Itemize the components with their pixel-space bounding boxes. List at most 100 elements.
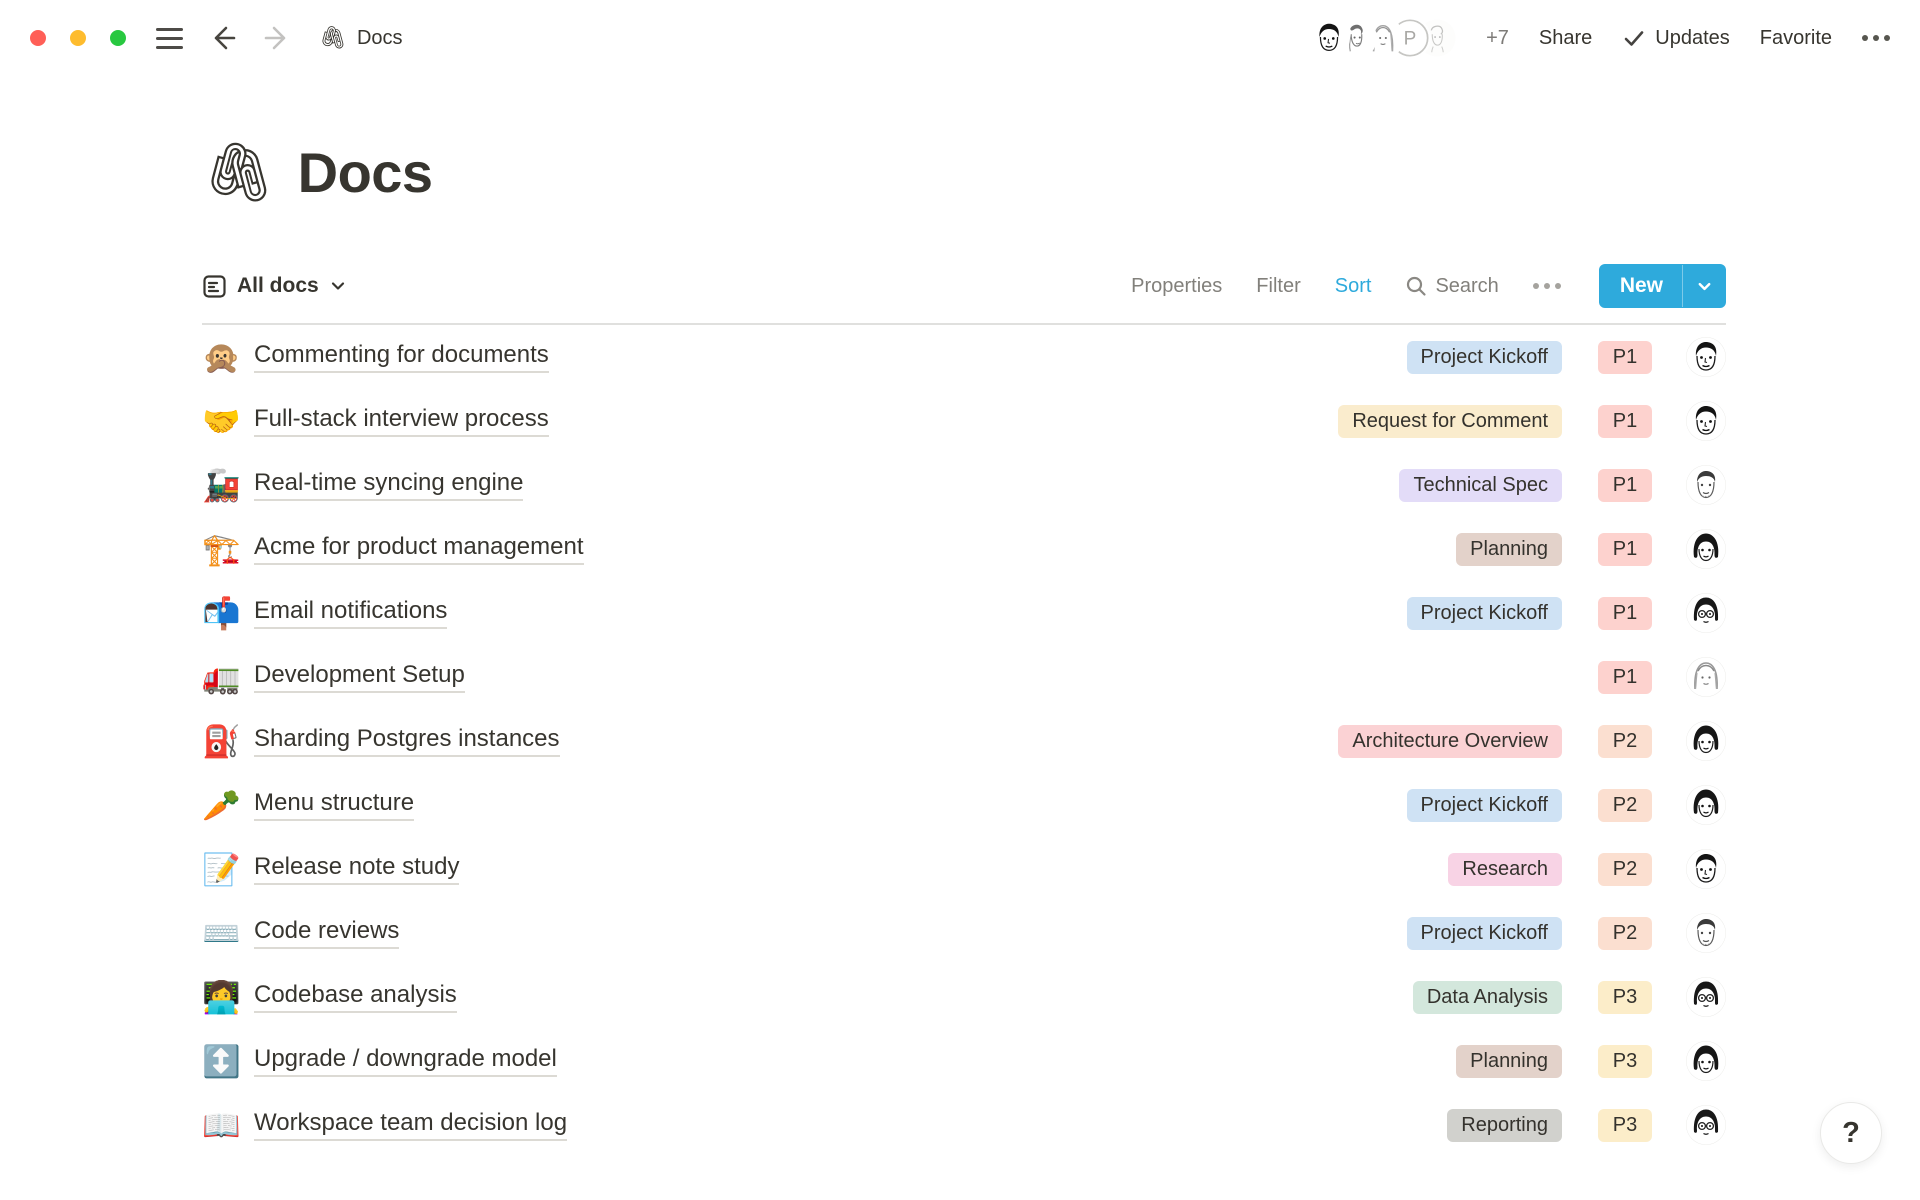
doc-type-tag[interactable]: Planning <box>1456 1045 1562 1078</box>
owner-avatar[interactable] <box>1686 593 1726 633</box>
updates-button[interactable]: Updates <box>1622 26 1730 50</box>
priority-badge[interactable]: P1 <box>1598 469 1652 502</box>
owner-avatar[interactable] <box>1686 1041 1726 1081</box>
view-switcher[interactable]: All docs <box>202 274 347 299</box>
doc-emoji-icon: 🤝 <box>202 406 254 437</box>
search-button[interactable]: Search <box>1405 275 1498 298</box>
sort-button[interactable]: Sort <box>1335 275 1372 298</box>
owner-avatar[interactable] <box>1686 1105 1726 1145</box>
table-row[interactable]: ↕️ Upgrade / downgrade model Planning P3 <box>202 1029 1726 1093</box>
doc-title-link[interactable]: Workspace team decision log <box>254 1109 567 1141</box>
doc-title-link[interactable]: Codebase analysis <box>254 981 457 1013</box>
owner-avatar[interactable] <box>1686 337 1726 377</box>
svg-text:P: P <box>1404 29 1417 50</box>
priority-badge[interactable]: P2 <box>1598 789 1652 822</box>
minimize-window-button[interactable] <box>70 30 86 46</box>
owner-avatar[interactable] <box>1686 721 1726 761</box>
new-doc-button[interactable]: New <box>1599 264 1682 308</box>
back-button[interactable] <box>209 24 237 52</box>
owner-avatar[interactable] <box>1686 977 1726 1017</box>
doc-emoji-icon: 📬 <box>202 598 254 629</box>
avatar-overflow-count[interactable]: +7 <box>1486 27 1509 50</box>
owner-avatar[interactable] <box>1686 529 1726 569</box>
favorite-button[interactable]: Favorite <box>1760 27 1832 50</box>
doc-title-link[interactable]: Full-stack interview process <box>254 405 549 437</box>
table-row[interactable]: 📝 Release note study Research P2 <box>202 837 1726 901</box>
priority-badge[interactable]: P3 <box>1598 1109 1652 1142</box>
collaborator-avatar[interactable] <box>1310 19 1348 57</box>
doc-title-link[interactable]: Sharding Postgres instances <box>254 725 560 757</box>
table-row[interactable]: 👩‍💻 Codebase analysis Data Analysis P3 <box>202 965 1726 1029</box>
doc-type-tag[interactable]: Planning <box>1456 533 1562 566</box>
doc-type-tag[interactable]: Project Kickoff <box>1407 341 1562 374</box>
table-row[interactable]: ⛽ Sharding Postgres instances Architectu… <box>202 709 1726 773</box>
table-row[interactable]: 🚂 Real-time syncing engine Technical Spe… <box>202 453 1726 517</box>
doc-title-link[interactable]: Code reviews <box>254 917 399 949</box>
doc-type-tag[interactable]: Project Kickoff <box>1407 917 1562 950</box>
doc-title-link[interactable]: Acme for product management <box>254 533 584 565</box>
owner-avatar[interactable] <box>1686 401 1726 441</box>
owner-avatar[interactable] <box>1686 849 1726 889</box>
top-bar: 🖇 Docs P +7 Share Updates Favorite <box>0 0 1920 76</box>
priority-badge[interactable]: P1 <box>1598 533 1652 566</box>
more-options-icon[interactable] <box>1862 35 1890 41</box>
doc-emoji-icon: 🥕 <box>202 790 254 821</box>
doc-type-tag[interactable]: Reporting <box>1447 1109 1562 1142</box>
owner-avatar[interactable] <box>1686 657 1726 697</box>
doc-title-link[interactable]: Menu structure <box>254 789 414 821</box>
priority-badge[interactable]: P3 <box>1598 1045 1652 1078</box>
doc-list: 🙊 Commenting for documents Project Kicko… <box>202 325 1726 1157</box>
table-row[interactable]: 🙊 Commenting for documents Project Kicko… <box>202 325 1726 389</box>
properties-button[interactable]: Properties <box>1131 275 1222 298</box>
priority-badge[interactable]: P2 <box>1598 725 1652 758</box>
avatar-stack: P <box>1310 19 1456 57</box>
table-row[interactable]: 🤝 Full-stack interview process Request f… <box>202 389 1726 453</box>
priority-badge[interactable]: P1 <box>1598 405 1652 438</box>
doc-type-tag[interactable]: Request for Comment <box>1338 405 1562 438</box>
page-paperclip-icon: 🖇 <box>202 144 276 202</box>
forward-button[interactable] <box>263 24 291 52</box>
sidebar-toggle-icon[interactable] <box>156 28 183 49</box>
table-row[interactable]: 🚛 Development Setup P1 <box>202 645 1726 709</box>
arrow-right-icon <box>263 24 291 52</box>
doc-title-link[interactable]: Real-time syncing engine <box>254 469 523 501</box>
owner-avatar[interactable] <box>1686 465 1726 505</box>
doc-type-tag[interactable]: Technical Spec <box>1399 469 1562 502</box>
page-heading: 🖇 Docs <box>202 140 1726 205</box>
doc-type-tag[interactable]: Data Analysis <box>1413 981 1562 1014</box>
paperclip-icon: 🖇 <box>319 25 347 51</box>
owner-avatar[interactable] <box>1686 785 1726 825</box>
priority-badge[interactable]: P1 <box>1598 597 1652 630</box>
priority-badge[interactable]: P1 <box>1598 341 1652 374</box>
doc-title-link[interactable]: Upgrade / downgrade model <box>254 1045 557 1077</box>
arrow-left-icon <box>209 24 237 52</box>
close-window-button[interactable] <box>30 30 46 46</box>
share-button[interactable]: Share <box>1539 27 1592 50</box>
new-doc-dropdown-button[interactable] <box>1683 264 1726 308</box>
doc-title-link[interactable]: Development Setup <box>254 661 465 693</box>
owner-avatar[interactable] <box>1686 913 1726 953</box>
table-row[interactable]: 🏗️ Acme for product management Planning … <box>202 517 1726 581</box>
filter-button[interactable]: Filter <box>1256 275 1300 298</box>
zoom-window-button[interactable] <box>110 30 126 46</box>
table-row[interactable]: 📖 Workspace team decision log Reporting … <box>202 1093 1726 1157</box>
priority-badge[interactable]: P1 <box>1598 661 1652 694</box>
doc-type-tag[interactable]: Architecture Overview <box>1338 725 1562 758</box>
priority-badge[interactable]: P3 <box>1598 981 1652 1014</box>
table-row[interactable]: 🥕 Menu structure Project Kickoff P2 <box>202 773 1726 837</box>
doc-type-tag[interactable]: Research <box>1448 853 1562 886</box>
doc-type-tag[interactable]: Project Kickoff <box>1407 789 1562 822</box>
help-button[interactable]: ? <box>1820 1102 1882 1164</box>
view-label: All docs <box>237 274 319 298</box>
doc-type-tag[interactable]: Project Kickoff <box>1407 597 1562 630</box>
doc-title-link[interactable]: Email notifications <box>254 597 447 629</box>
table-row[interactable]: 📬 Email notifications Project Kickoff P1 <box>202 581 1726 645</box>
doc-emoji-icon: 🚂 <box>202 470 254 501</box>
priority-badge[interactable]: P2 <box>1598 853 1652 886</box>
priority-badge[interactable]: P2 <box>1598 917 1652 950</box>
doc-title-link[interactable]: Commenting for documents <box>254 341 549 373</box>
view-more-options-icon[interactable] <box>1533 283 1561 289</box>
breadcrumb[interactable]: 🖇 Docs <box>319 25 403 51</box>
doc-title-link[interactable]: Release note study <box>254 853 459 885</box>
table-row[interactable]: ⌨️ Code reviews Project Kickoff P2 <box>202 901 1726 965</box>
